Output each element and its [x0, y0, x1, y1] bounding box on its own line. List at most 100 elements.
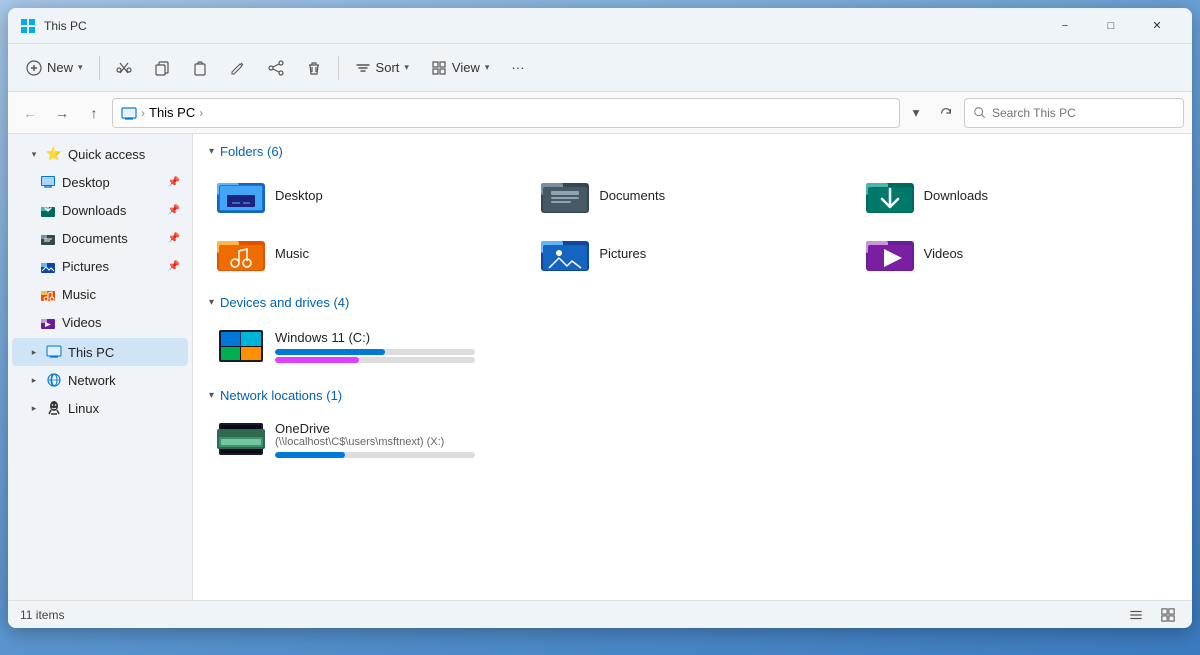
- list-view-icon: [1129, 608, 1143, 622]
- refresh-icon: [939, 106, 953, 120]
- network-collapse-icon: ▾: [209, 390, 214, 401]
- downloads-folder-icon: [866, 175, 914, 215]
- view-label: View: [452, 60, 480, 75]
- network-section-label: Network locations (1): [220, 388, 342, 403]
- view-chevron: ▾: [485, 62, 490, 73]
- list-view-button[interactable]: [1124, 605, 1148, 625]
- folder-item-music[interactable]: Music: [209, 227, 527, 279]
- onedrive-icon: [217, 419, 265, 459]
- path-part-1: This PC: [149, 105, 195, 120]
- status-bar-right: [1124, 605, 1180, 625]
- folder-item-desktop[interactable]: Desktop: [209, 169, 527, 221]
- videos-folder-icon: [866, 233, 914, 273]
- tile-view-icon: [1161, 608, 1175, 622]
- view-button[interactable]: View ▾: [421, 50, 499, 86]
- documents-folder-icon: [541, 175, 589, 215]
- rename-icon: [230, 60, 246, 76]
- documents-pin-icon: 📌: [168, 233, 180, 244]
- network-item-onedrive[interactable]: OneDrive (\\localhost\C$\users\msftnext)…: [209, 413, 1176, 465]
- forward-button[interactable]: →: [48, 99, 76, 127]
- drive-c-bar1-outer: [275, 349, 475, 355]
- sidebar-item-documents[interactable]: Documents 📌: [12, 224, 188, 252]
- file-area: ▾ Folders (6): [193, 134, 1192, 600]
- this-pc-sidebar-icon: [46, 344, 62, 360]
- rename-button[interactable]: [220, 50, 256, 86]
- minimize-button[interactable]: −: [1042, 10, 1088, 42]
- more-button[interactable]: ···: [501, 50, 534, 86]
- desktop-pin-icon: 📌: [168, 177, 180, 188]
- status-bar: 11 items: [8, 600, 1192, 628]
- network-toggle: ▸: [28, 374, 40, 386]
- folder-item-downloads[interactable]: Downloads: [858, 169, 1176, 221]
- linux-sidebar-label: Linux: [68, 401, 99, 416]
- copy-button[interactable]: [144, 50, 180, 86]
- videos-folder-label: Videos: [924, 246, 964, 261]
- tile-view-button[interactable]: [1156, 605, 1180, 625]
- address-dropdown-button[interactable]: ▾: [904, 98, 928, 128]
- file-explorer-window: This PC − □ ✕ New ▾: [8, 8, 1192, 628]
- delete-button[interactable]: [296, 50, 332, 86]
- sidebar-item-this-pc[interactable]: ▸ This PC: [12, 338, 188, 366]
- onedrive-info: OneDrive (\\localhost\C$\users\msftnext)…: [275, 421, 1168, 458]
- network-section-header[interactable]: ▾ Network locations (1): [209, 388, 1176, 403]
- onedrive-bar-outer: [275, 452, 475, 458]
- cut-button[interactable]: [106, 50, 142, 86]
- folder-item-videos[interactable]: Videos: [858, 227, 1176, 279]
- sidebar-item-linux[interactable]: ▸ Linux: [12, 394, 188, 422]
- share-button[interactable]: [258, 50, 294, 86]
- drive-item-c[interactable]: Windows 11 (C:): [209, 320, 1176, 372]
- folders-section-header[interactable]: ▾ Folders (6): [209, 144, 1176, 159]
- downloads-pin-icon: 📌: [168, 205, 180, 216]
- paste-icon: [192, 60, 208, 76]
- sort-button[interactable]: Sort ▾: [345, 50, 419, 86]
- up-button[interactable]: ↑: [80, 99, 108, 127]
- downloads-sidebar-label: Downloads: [62, 203, 126, 218]
- folder-item-documents[interactable]: Documents: [533, 169, 851, 221]
- linux-toggle: ▸: [28, 402, 40, 414]
- drive-c-bars: [275, 349, 1168, 363]
- status-items-count: 11 items: [20, 608, 64, 622]
- maximize-button[interactable]: □: [1088, 10, 1134, 42]
- onedrive-path: (\\localhost\C$\users\msftnext) (X:): [275, 436, 1168, 448]
- sidebar-item-music[interactable]: Music: [12, 280, 188, 308]
- drive-c-bar2-inner: [275, 357, 359, 363]
- address-bar: ← → ↑ › This PC › ▾: [8, 92, 1192, 134]
- this-pc-toggle: ▸: [28, 346, 40, 358]
- sidebar-item-pictures[interactable]: Pictures 📌: [12, 252, 188, 280]
- new-label: New: [47, 60, 73, 75]
- search-box[interactable]: [964, 98, 1184, 128]
- address-path[interactable]: › This PC ›: [112, 98, 900, 128]
- pictures-pin-icon: 📌: [168, 261, 180, 272]
- pictures-sidebar-icon: [40, 258, 56, 274]
- network-sidebar-label: Network: [68, 373, 116, 388]
- refresh-button[interactable]: [932, 99, 960, 127]
- desktop-folder-icon: [217, 175, 265, 215]
- sidebar-item-quick-access[interactable]: ▾ ⭐ Quick access: [12, 140, 188, 168]
- path-separator-1: ›: [141, 106, 145, 120]
- close-button[interactable]: ✕: [1134, 10, 1180, 42]
- music-sidebar-label: Music: [62, 287, 96, 302]
- search-input[interactable]: [992, 106, 1175, 120]
- documents-folder-label: Documents: [599, 188, 665, 203]
- drive-c-bar2-outer: [275, 357, 475, 363]
- share-icon: [268, 60, 284, 76]
- drives-section-header[interactable]: ▾ Devices and drives (4): [209, 295, 1176, 310]
- sort-chevron: ▾: [404, 62, 409, 73]
- back-button[interactable]: ←: [16, 99, 44, 127]
- sidebar-item-network[interactable]: ▸ Network: [12, 366, 188, 394]
- drives-section: Windows 11 (C:): [209, 320, 1176, 372]
- window-controls: − □ ✕: [1042, 10, 1180, 42]
- sidebar-item-videos[interactable]: Videos: [12, 308, 188, 336]
- downloads-sidebar-icon: [40, 202, 56, 218]
- sidebar-item-desktop[interactable]: Desktop 📌: [12, 168, 188, 196]
- paste-button[interactable]: [182, 50, 218, 86]
- copy-icon: [154, 60, 170, 76]
- quick-access-toggle: ▾: [28, 148, 40, 160]
- folder-item-pictures[interactable]: Pictures: [533, 227, 851, 279]
- desktop-sidebar-icon: [40, 174, 56, 190]
- sidebar-item-downloads[interactable]: Downloads 📌: [12, 196, 188, 224]
- window-title: This PC: [44, 19, 1042, 33]
- folders-section-label: Folders (6): [220, 144, 283, 159]
- search-icon: [973, 106, 987, 120]
- new-button[interactable]: New ▾: [16, 50, 93, 86]
